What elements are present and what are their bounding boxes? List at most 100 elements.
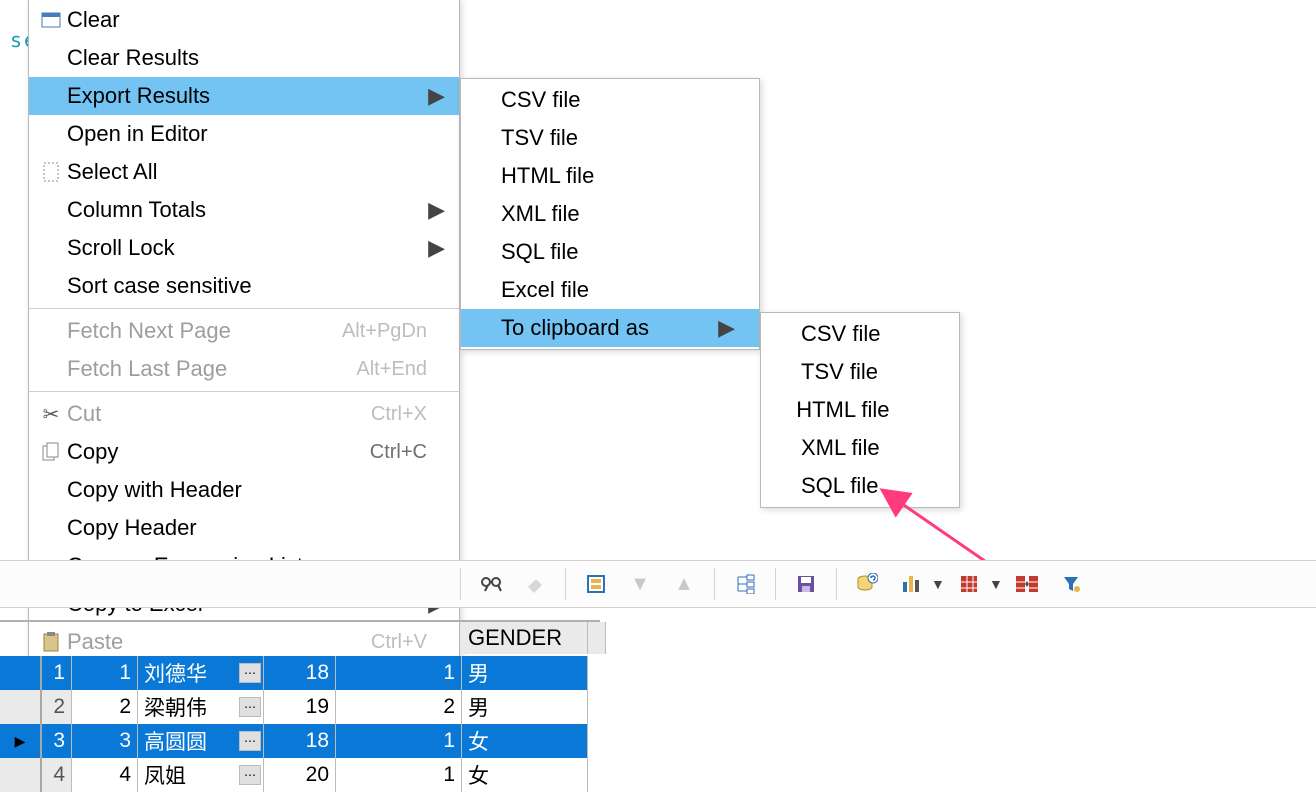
table-row[interactable]: 22梁朝伟⋯192男: [0, 690, 600, 724]
export-menu-item-html-file[interactable]: HTML file: [461, 157, 759, 195]
menu-item-label: Export Results: [67, 83, 210, 109]
cell-gender[interactable]: 女: [462, 724, 588, 758]
cell-editor-button[interactable]: ⋯: [239, 731, 261, 751]
cell-editor-button[interactable]: ⋯: [239, 663, 261, 683]
main-menu-item-copy-header[interactable]: Copy Header: [29, 509, 459, 547]
find-button[interactable]: [471, 566, 511, 602]
export-menu-item-tsv-file[interactable]: TSV file: [461, 119, 759, 157]
export-menu-item-excel-file[interactable]: Excel file: [461, 271, 759, 309]
menu-item-shortcut: Alt+PgDn: [342, 320, 427, 343]
cell-age[interactable]: 20: [264, 758, 336, 792]
select-all-icon: [35, 162, 67, 182]
menu-item-label: Scroll Lock: [67, 235, 175, 261]
export-menu-item-to-clipboard-as[interactable]: To clipboard as▶: [461, 309, 759, 347]
menu-item-label: To clipboard as: [501, 315, 649, 341]
scissors-icon: ✂: [35, 402, 67, 427]
menu-item-label: Copy: [67, 439, 118, 465]
clipboard-menu-item-sql-file[interactable]: SQL file: [761, 467, 959, 505]
main-menu-item-clear-results[interactable]: Clear Results: [29, 39, 459, 77]
cell-editor-button[interactable]: ⋯: [239, 697, 261, 717]
chart-button[interactable]: [891, 566, 931, 602]
submenu-arrow-icon: ▶: [427, 235, 445, 261]
main-menu-item-select-all[interactable]: Select All: [29, 153, 459, 191]
row-number: 3: [42, 724, 72, 758]
chart-dropdown[interactable]: ▼: [931, 576, 945, 592]
main-menu-item-column-totals[interactable]: Column Totals▶: [29, 191, 459, 229]
main-menu-item-sort-case-sensitive[interactable]: Sort case sensitive: [29, 267, 459, 305]
grid-transfer-button[interactable]: [1007, 566, 1047, 602]
menu-item-label: XML file: [501, 201, 580, 227]
eraser-button[interactable]: [515, 566, 555, 602]
clipboard-menu-item-xml-file[interactable]: XML file: [761, 429, 959, 467]
menu-item-label: CSV file: [801, 321, 880, 347]
menu-separator: [29, 391, 459, 392]
nav-down-button[interactable]: ▼: [620, 566, 660, 602]
main-menu-item-export-results[interactable]: Export Results▶: [29, 77, 459, 115]
export-menu-item-xml-file[interactable]: XML file: [461, 195, 759, 233]
table-row[interactable]: 44凤姐⋯201女: [0, 758, 600, 792]
clipboard-menu-item-csv-file[interactable]: CSV file: [761, 315, 959, 353]
table-row[interactable]: ▶33高圆圆⋯181女: [0, 724, 600, 758]
menu-item-label: Copy Header: [67, 515, 197, 541]
menu-item-label: HTML file: [796, 397, 889, 423]
menu-item-label: SQL file: [801, 473, 878, 499]
cell-gender[interactable]: 男: [462, 656, 588, 690]
main-menu-item-fetch-next-page: Fetch Next PageAlt+PgDn: [29, 312, 459, 350]
export-menu-item-sql-file[interactable]: SQL file: [461, 233, 759, 271]
grid-red-button[interactable]: [949, 566, 989, 602]
row-header[interactable]: [0, 656, 42, 690]
cell-id[interactable]: 2: [72, 690, 138, 724]
clipboard-menu-item-html-file[interactable]: HTML file: [761, 391, 959, 429]
toolbar-separator: [565, 568, 566, 600]
tree-button[interactable]: [725, 566, 765, 602]
table-row[interactable]: 11刘德华⋯181男: [0, 656, 600, 690]
cell-gender[interactable]: 男: [462, 690, 588, 724]
main-menu-item-copy[interactable]: CopyCtrl+C: [29, 433, 459, 471]
cell-genderid[interactable]: 1: [336, 656, 462, 690]
cell-id[interactable]: 3: [72, 724, 138, 758]
menu-item-shortcut: Ctrl+X: [371, 403, 427, 426]
grid-red-dropdown[interactable]: ▼: [989, 576, 1003, 592]
window-icon: [35, 12, 67, 28]
main-menu-item-copy-with-header[interactable]: Copy with Header: [29, 471, 459, 509]
cell-name[interactable]: 凤姐⋯: [138, 758, 264, 792]
main-menu-item-open-in-editor[interactable]: Open in Editor: [29, 115, 459, 153]
cell-id[interactable]: 1: [72, 656, 138, 690]
menu-item-label: Sort case sensitive: [67, 273, 252, 299]
save-button[interactable]: [786, 566, 826, 602]
cell-id[interactable]: 4: [72, 758, 138, 792]
row-header[interactable]: [0, 690, 42, 724]
cell-editor-button[interactable]: ⋯: [239, 765, 261, 785]
cell-age[interactable]: 19: [264, 690, 336, 724]
main-menu-item-fetch-last-page: Fetch Last PageAlt+End: [29, 350, 459, 388]
cell-age[interactable]: 18: [264, 656, 336, 690]
results-toolbar: ▼ ▲ ▼ ▼: [0, 560, 1316, 608]
toolbar-separator: [775, 568, 776, 600]
nav-up-button[interactable]: ▲: [664, 566, 704, 602]
clipboard-menu-item-tsv-file[interactable]: TSV file: [761, 353, 959, 391]
row-header[interactable]: [0, 758, 42, 792]
cell-genderid[interactable]: 1: [336, 758, 462, 792]
cell-age[interactable]: 18: [264, 724, 336, 758]
db-refresh-button[interactable]: [847, 566, 887, 602]
menu-item-label: Excel file: [501, 277, 589, 303]
main-menu-item-clear[interactable]: Clear: [29, 1, 459, 39]
cell-name[interactable]: 梁朝伟⋯: [138, 690, 264, 724]
menu-item-label: TSV file: [501, 125, 578, 151]
layout-button[interactable]: [576, 566, 616, 602]
cell-gender[interactable]: 女: [462, 758, 588, 792]
menu-item-label: Cut: [67, 401, 101, 427]
row-number: 4: [42, 758, 72, 792]
cell-genderid[interactable]: 1: [336, 724, 462, 758]
row-header[interactable]: ▶: [0, 724, 42, 758]
menu-item-label: Clear: [67, 7, 120, 33]
cell-genderid[interactable]: 2: [336, 690, 462, 724]
cell-name[interactable]: 高圆圆⋯: [138, 724, 264, 758]
menu-item-label: Select All: [67, 159, 158, 185]
export-menu-item-csv-file[interactable]: CSV file: [461, 81, 759, 119]
submenu-arrow-icon: ▶: [427, 197, 445, 223]
main-menu-item-scroll-lock[interactable]: Scroll Lock ▶: [29, 229, 459, 267]
cell-name[interactable]: 刘德华⋯: [138, 656, 264, 690]
filter-button[interactable]: [1051, 566, 1091, 602]
menu-separator: [29, 308, 459, 309]
